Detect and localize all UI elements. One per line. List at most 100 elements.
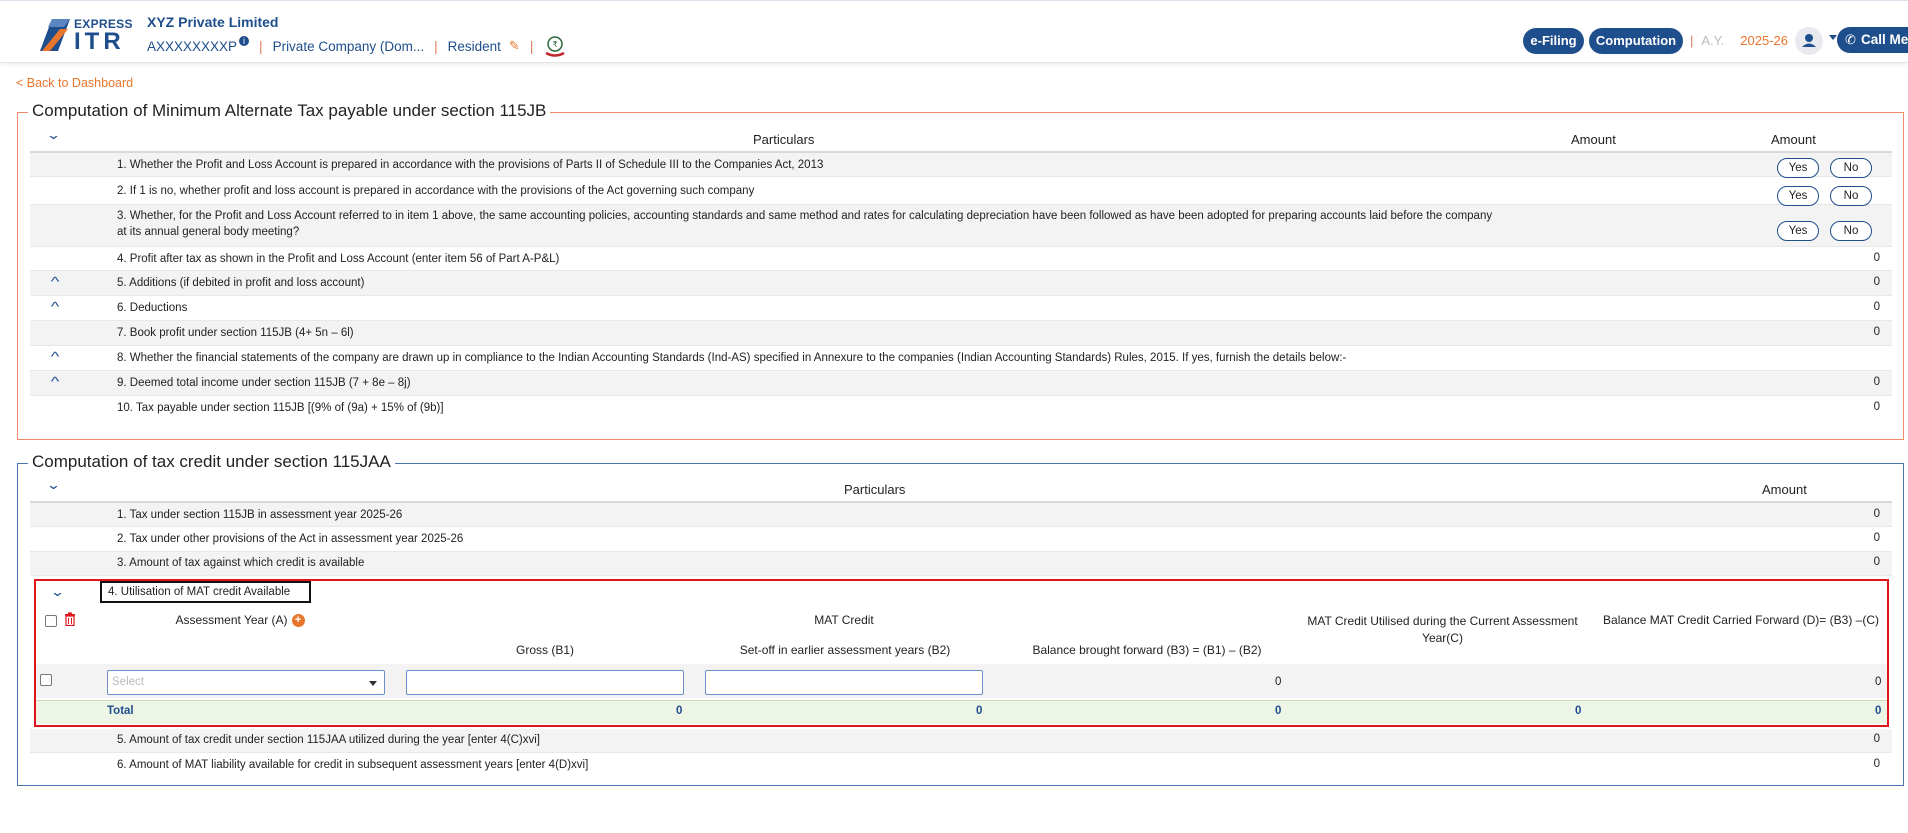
col-balance-bf: Balance brought forward (B3) = (B1) – (B… [1032,643,1262,657]
add-row-plus-icon[interactable]: + [291,614,305,628]
no-button[interactable]: No [1830,186,1872,206]
section-title: Computation of tax credit under section … [28,452,395,472]
collapse-chevron-icon[interactable]: ⌄ [46,477,61,493]
row-text: at its annual general body meeting? [117,226,300,238]
particular-row: ^ 6. Deductions 0 [30,296,1892,321]
row-text: 4. Profit after tax as shown in the Prof… [117,253,560,265]
row-checkbox[interactable] [40,674,52,686]
particular-row: 1. Whether the Profit and Loss Account i… [30,153,1892,177]
row-amount: 0 [1873,508,1880,520]
row-amount: 0 [1873,401,1880,413]
expand-caret-icon[interactable]: ^ [51,374,60,389]
residency-status: Resident [447,38,501,54]
ay-label: A.Y. [1701,33,1725,48]
company-type: Private Company (Dom... [272,38,425,54]
assessment-year[interactable]: | A.Y. 2025-26 [1690,33,1788,48]
collapse-chevron-icon[interactable]: ⌄ [50,584,65,600]
select-all-checkbox[interactable] [45,615,57,627]
yes-button[interactable]: Yes [1777,158,1819,178]
total-row [36,700,1887,724]
particular-row: ^ 5. Additions (if debited in profit and… [30,271,1892,296]
pan-number: AXXXXXXXXP [147,38,238,54]
row-amount: 0 [1873,276,1880,288]
yes-button[interactable]: Yes [1777,186,1819,206]
computation-button[interactable]: Computation [1589,28,1683,54]
call-me-label: Call Me [1861,32,1908,47]
select-placeholder: Select [112,676,144,688]
row-amount: 0 [1873,532,1880,544]
no-button[interactable]: No [1830,221,1872,241]
col-amount: Amount [1571,132,1616,147]
particular-row: 3. Amount of tax against which credit is… [30,552,1892,576]
particular-row: 5. Amount of tax credit under section 11… [30,729,1892,753]
col-amount: Amount [1771,132,1816,147]
expand-caret-icon[interactable]: ^ [51,299,60,314]
expand-caret-icon[interactable]: ^ [51,274,60,289]
col-balance-cf: Balance MAT Credit Carried Forward (D)= … [1603,613,1879,627]
collapse-chevron-icon[interactable]: ⌄ [46,127,61,143]
particular-row: 4. Profit after tax as shown in the Prof… [30,247,1892,271]
row-text: 6. Amount of MAT liability available for… [117,759,589,771]
user-icon [1802,34,1816,47]
particular-row: 7. Book profit under section 115JB (4+ 5… [30,321,1892,346]
divider: | [529,38,534,54]
col-assessment-year: Assessment Year (A) + [150,613,330,628]
row-amount: 0 [1873,758,1880,770]
row-amount: 0 [1873,252,1880,264]
total-label: Total [107,705,134,717]
balance-cf-value: 0 [1875,676,1882,688]
col-mat-credit: MAT Credit [814,613,874,627]
ay-value: 2025-26 [1740,33,1788,48]
no-button[interactable]: No [1830,158,1872,178]
row-amount: 0 [1873,301,1880,313]
total-gross: 0 [676,705,683,717]
row-amount: 0 [1873,556,1880,568]
edit-pencil-icon[interactable]: ✎ [509,38,520,54]
particular-row: 10. Tax payable under section 115JB [(9%… [30,396,1892,421]
info-icon[interactable]: i [239,36,250,46]
row-amount: 0 [1873,326,1880,338]
col-amount: Amount [1762,482,1807,497]
company-name: XYZ Private Limited [147,14,279,30]
divider: | [1690,33,1694,48]
balance-bf-value: 0 [1275,676,1282,688]
call-me-button[interactable]: ✆ Call Me [1837,27,1908,53]
expand-caret-icon[interactable]: ^ [51,349,60,364]
logo-mark-icon [40,19,70,51]
total-setoff: 0 [976,705,983,717]
particular-row: ^ 9. Deemed total income under section 1… [30,371,1892,396]
user-menu-caret-icon[interactable] [1829,35,1837,40]
total-balance-cf: 0 [1875,705,1882,717]
col-particulars: Particulars [753,132,815,147]
col-setoff: Set-off in earlier assessment years (B2) [739,643,951,657]
assessment-year-select[interactable]: Select [107,670,385,695]
row-text: 5. Additions (if debited in profit and l… [117,277,365,289]
back-to-dashboard-link[interactable]: < Back to Dashboard [16,76,133,90]
income-tax-emblem-icon: ₹ [545,36,565,57]
particular-row: 3. Whether, for the Profit and Loss Acco… [30,205,1892,247]
phone-icon: ✆ [1845,32,1856,47]
yes-button[interactable]: Yes [1777,221,1819,241]
mat-computation-section: Computation of Minimum Alternate Tax pay… [17,101,1904,440]
row-text: 3. Amount of tax against which credit is… [117,557,365,569]
express-itr-logo[interactable]: EXPRESS ITR [38,15,132,55]
row-text: 9. Deemed total income under section 115… [117,377,411,389]
particular-row: ^ 8. Whether the financial statements of… [30,346,1892,371]
row-text: 6. Deductions [117,302,188,314]
setoff-input[interactable] [705,670,983,695]
efiling-button[interactable]: e-Filing [1523,28,1584,54]
logo-itr-text: ITR [74,28,125,55]
user-avatar[interactable] [1795,27,1823,55]
col-utilised: MAT Credit Utilised during the Current A… [1307,614,1578,645]
row-text: 1. Whether the Profit and Loss Account i… [117,159,824,171]
row-text: 1. Tax under section 115JB in assessment… [117,509,403,521]
row-text: 8. Whether the financial statements of t… [117,352,1347,364]
gross-input[interactable] [406,670,684,695]
delete-trash-icon[interactable] [64,612,76,626]
row-amount: 0 [1873,733,1880,745]
col-particulars: Particulars [844,482,906,497]
row-text: 2. If 1 is no, whether profit and loss a… [117,185,755,197]
particular-row: 2. If 1 is no, whether profit and loss a… [30,177,1892,205]
divider: | [434,38,438,54]
row-text: 10. Tax payable under section 115JB [(9%… [117,402,444,414]
